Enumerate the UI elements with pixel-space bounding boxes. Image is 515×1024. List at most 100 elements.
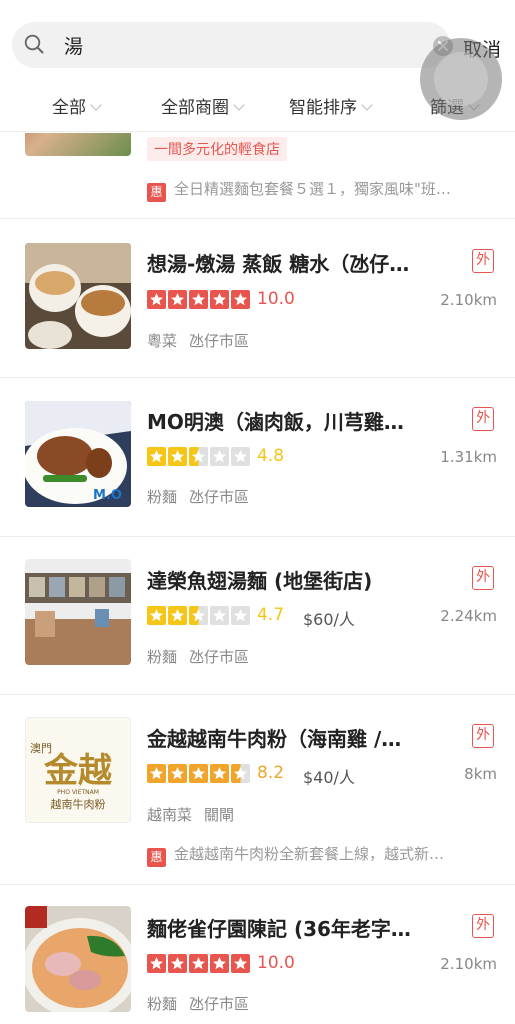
filter-district[interactable]: 全部商圈 [161, 93, 245, 118]
rating-stars [147, 290, 250, 310]
star-icon [147, 447, 166, 466]
tags: 粉麵 氹仔市區 [147, 993, 249, 1014]
star-icon [231, 447, 250, 466]
promo-line: 惠全日精選麵包套餐５選１，獨家風味"班… [147, 178, 477, 202]
rating-score: 10.0 [257, 953, 295, 973]
area-tag: 氹仔市區 [189, 995, 250, 1013]
rating-score: 4.8 [257, 446, 285, 466]
search-input[interactable]: 湯 [64, 32, 83, 59]
distance: 1.31km [440, 448, 497, 466]
star-icon [189, 447, 208, 466]
rating-stars [147, 447, 250, 467]
logo-main-text: 金越 [43, 751, 113, 791]
delivery-badge: 外 [472, 407, 494, 431]
star-icon [210, 606, 229, 625]
cuisine-tag: 粉麵 [147, 648, 178, 666]
tags: 越南菜 關閘 [147, 804, 234, 825]
filter-sort-label: 智能排序 [289, 98, 357, 118]
star-icon [210, 954, 229, 973]
cuisine-tag: 越南菜 [147, 806, 193, 824]
star-icon [189, 954, 208, 973]
star-icon [168, 290, 187, 309]
restaurant-name: 麵佬雀仔園陳記 (36年老字… [147, 917, 411, 941]
noodle-bowl-photo [25, 906, 131, 1012]
list-item[interactable]: 一間多元化的輕食店 惠全日精選麵包套餐５選１，獨家風味"班… [0, 133, 515, 219]
promo-text: 全日精選麵包套餐５選１，獨家風味"班… [174, 180, 451, 198]
restaurant-name: MO明澳（滷肉飯，川芎雞… [147, 410, 404, 434]
filter-district-label: 全部商圈 [161, 98, 229, 118]
logo-sub-text: 越南牛肉粉 [51, 797, 106, 811]
cuisine-tag: 粉麵 [147, 488, 178, 506]
star-icon [168, 764, 187, 783]
rating-score: 8.2 [257, 763, 285, 783]
restaurant-name: 想湯-燉湯 蒸飯 糖水（氹仔… [147, 252, 410, 276]
list-item[interactable]: M.O MO明澳（滷肉飯，川芎雞… 外 4.8 1.31km 粉麵 氹仔市區 [0, 379, 515, 537]
star-icon [210, 290, 229, 309]
rating-stars [147, 606, 250, 626]
star-icon [210, 764, 229, 783]
star-icon [231, 290, 250, 309]
chevron-down-icon [361, 99, 373, 111]
star-icon [147, 606, 166, 625]
distance: 2.10km [440, 955, 497, 973]
restaurant-interior-photo [25, 559, 131, 665]
area-tag: 氹仔市區 [189, 488, 250, 506]
delivery-badge: 外 [472, 914, 494, 938]
tags: 粉麵 氹仔市區 [147, 646, 249, 667]
logo-en-text: PHO VIETNAM [57, 789, 99, 796]
price-per-person: $60/人 [303, 610, 355, 629]
star-icon [189, 290, 208, 309]
cuisine-tag: 粉麵 [147, 995, 178, 1013]
star-icon [231, 606, 250, 625]
chevron-down-icon [233, 99, 245, 111]
star-icon [210, 447, 229, 466]
svg-text:M.O: M.O [93, 488, 122, 503]
area-tag: 氹仔市區 [189, 648, 250, 666]
kim-viet-logo: 澳門 金越 PHO VIETNAM 越南牛肉粉 [25, 717, 131, 823]
star-icon [147, 764, 166, 783]
search-box[interactable]: 湯 [12, 22, 453, 68]
distance: 2.10km [440, 291, 497, 309]
cuisine-tag: 粵菜 [147, 332, 178, 350]
delivery-badge: 外 [472, 566, 494, 590]
star-icon [147, 954, 166, 973]
promo-line: 惠金越越南牛肉粉全新套餐上線，越式新… [147, 843, 477, 867]
star-icon [168, 447, 187, 466]
price-per-person: $40/人 [303, 768, 355, 787]
list-item[interactable]: 麵佬雀仔園陳記 (36年老字… 外 10.0 2.10km 粉麵 氹仔市區 [0, 886, 515, 1024]
star-icon [189, 764, 208, 783]
restaurant-name: 金越越南牛肉粉（海南雞 /… [147, 727, 402, 751]
discount-badge: 惠 [147, 848, 166, 867]
search-icon [24, 34, 44, 54]
list-item[interactable]: 澳門 金越 PHO VIETNAM 越南牛肉粉 金越越南牛肉粉（海南雞 /… 外… [0, 696, 515, 885]
delivery-badge: 外 [472, 724, 494, 748]
star-icon [231, 954, 250, 973]
floating-assistive-button[interactable] [420, 38, 502, 120]
list-item[interactable]: 達榮魚翅湯麵 (地堡街店) 外 4.7 $60/人 2.24km 粉麵 氹仔市區 [0, 538, 515, 695]
slogan-tag: 一間多元化的輕食店 [147, 137, 287, 161]
discount-badge: 惠 [147, 183, 166, 202]
filter-category[interactable]: 全部 [52, 93, 102, 118]
area-tag: 關閘 [204, 806, 235, 824]
delivery-badge: 外 [472, 249, 494, 273]
rating-score: 4.7 [257, 605, 285, 625]
rating-score: 10.0 [257, 289, 295, 309]
rating-stars [147, 764, 250, 784]
tags: 粵菜 氹仔市區 [147, 330, 249, 351]
restaurant-name: 達榮魚翅湯麵 (地堡街店) [147, 569, 373, 593]
star-icon [189, 606, 208, 625]
distance: 8km [464, 765, 497, 783]
soup-pots-photo [25, 243, 131, 349]
filter-category-label: 全部 [52, 98, 86, 118]
star-icon [168, 954, 187, 973]
food-photo [25, 133, 131, 156]
rating-stars [147, 954, 250, 974]
promo-text: 金越越南牛肉粉全新套餐上線，越式新… [174, 845, 445, 863]
area-tag: 氹仔市區 [189, 332, 250, 350]
list-item[interactable]: 想湯-燉湯 蒸飯 糖水（氹仔… 外 10.0 2.10km 粵菜 氹仔市區 [0, 220, 515, 378]
chevron-down-icon [90, 99, 102, 111]
tags: 粉麵 氹仔市區 [147, 486, 249, 507]
filter-sort[interactable]: 智能排序 [289, 93, 373, 118]
star-icon [147, 290, 166, 309]
braised-pork-rice-photo: M.O [25, 401, 131, 507]
